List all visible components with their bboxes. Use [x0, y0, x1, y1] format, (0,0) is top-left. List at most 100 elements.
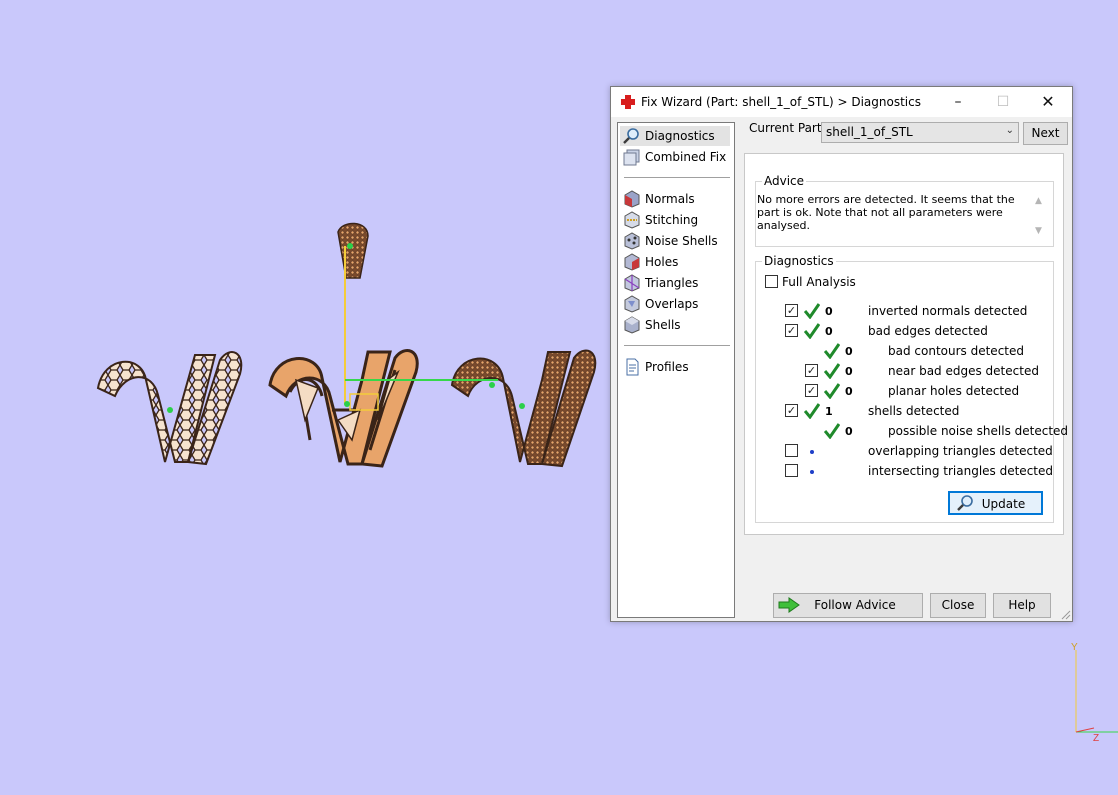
- diagnostic-label: intersecting triangles detected: [868, 464, 1053, 478]
- resize-grip-icon[interactable]: [1061, 610, 1071, 620]
- nav-item-combined-fix[interactable]: Combined Fix: [620, 147, 726, 167]
- title-bar[interactable]: Fix Wizard (Part: shell_1_of_STL) > Diag…: [611, 87, 1072, 117]
- shells-cube-icon: [624, 316, 640, 334]
- model-letter-w-filigree[interactable]: [268, 348, 419, 468]
- diagnostic-count: 0: [845, 345, 853, 358]
- next-button[interactable]: Next: [1023, 122, 1068, 145]
- nav-label: Combined Fix: [645, 150, 727, 164]
- fix-wizard-nav: Diagnostics Combined Fix Normals Stitchi…: [617, 122, 735, 618]
- axis-triad: Y Z: [1071, 642, 1118, 744]
- scroll-up-icon[interactable]: ▲: [1035, 196, 1042, 206]
- green-arrow-icon: [778, 597, 800, 613]
- triangles-cube-icon: [624, 274, 640, 292]
- document-icon: [626, 358, 639, 376]
- close-button[interactable]: Close: [930, 593, 986, 618]
- diagnostics-title: Diagnostics: [762, 254, 836, 268]
- diagnostic-count: 0: [825, 305, 833, 318]
- diagnostic-row: ✓ 0 near bad edges detected: [745, 363, 1045, 381]
- diagnostic-count: 0: [845, 385, 853, 398]
- nav-label: Overlaps: [645, 297, 699, 311]
- diagnostic-label: bad contours detected: [888, 344, 1024, 358]
- nav-label: Holes: [645, 255, 679, 269]
- diagnostic-checkbox[interactable]: [785, 444, 798, 457]
- diagnostic-row: ✓ 1 shells detected: [745, 403, 1045, 421]
- nav-item-overlaps[interactable]: Overlaps: [620, 294, 698, 314]
- diagnostic-label: overlapping triangles detected: [868, 444, 1053, 458]
- follow-advice-button[interactable]: Follow Advice: [773, 593, 923, 618]
- red-cross-icon: [621, 95, 635, 109]
- diagnostic-row: 0 possible noise shells detected: [745, 423, 1068, 441]
- nav-item-stitching[interactable]: Stitching: [620, 210, 698, 230]
- combined-fix-icon: [623, 149, 640, 166]
- advice-text: No more errors are detected. It seems th…: [757, 193, 1015, 232]
- not-analysed-dot-icon: [810, 470, 814, 474]
- nav-label: Stitching: [645, 213, 699, 227]
- nav-item-noise-shells[interactable]: Noise Shells: [620, 231, 718, 251]
- diagnostic-label: bad edges detected: [868, 324, 988, 338]
- not-analysed-dot-icon: [810, 450, 814, 454]
- nav-item-shells[interactable]: Shells: [620, 315, 681, 335]
- help-button[interactable]: Help: [993, 593, 1051, 618]
- axis-y-label: Y: [1071, 642, 1078, 653]
- magnifier-icon: [623, 128, 639, 144]
- model-letter-w-honeycomb[interactable]: [96, 351, 243, 466]
- diagnostic-checkbox[interactable]: ✓: [805, 384, 818, 397]
- green-check-icon: [824, 423, 840, 439]
- minimize-button[interactable]: –: [935, 87, 981, 117]
- axis-z-label: Z: [1093, 733, 1099, 744]
- model-letter-w-pave[interactable]: [450, 349, 597, 468]
- diagnostic-count: 1: [825, 405, 833, 418]
- diagnostic-row: ✓ 0 inverted normals detected: [745, 303, 1045, 321]
- diagnostic-count: 0: [845, 425, 853, 438]
- diagnostic-checkbox[interactable]: ✓: [805, 364, 818, 377]
- diagnostic-row: ✓ 0 bad edges detected: [745, 323, 1045, 341]
- nav-label: Diagnostics: [645, 129, 715, 143]
- overlaps-cube-icon: [624, 295, 640, 313]
- full-analysis-checkbox[interactable]: [765, 275, 778, 288]
- green-check-icon: [824, 343, 840, 359]
- diagnostic-count: 0: [825, 325, 833, 338]
- diagnostic-row: overlapping triangles detected: [745, 443, 1053, 461]
- normals-cube-icon: [624, 190, 640, 208]
- diagnostic-row: 0 bad contours detected: [745, 343, 1045, 361]
- diagnostic-label: inverted normals detected: [868, 304, 1028, 318]
- diagnostic-checkbox[interactable]: [785, 464, 798, 477]
- chevron-down-icon: ⌄: [1005, 125, 1014, 136]
- scroll-down-icon[interactable]: ▼: [1035, 226, 1042, 236]
- nav-item-profiles[interactable]: Profiles: [620, 357, 689, 377]
- dialog-title: Fix Wizard (Part: shell_1_of_STL) > Diag…: [641, 95, 921, 109]
- advice-title: Advice: [762, 174, 807, 188]
- diagnostics-panel: Advice No more errors are detected. It s…: [744, 153, 1068, 535]
- diagnostic-label: possible noise shells detected: [888, 424, 1069, 438]
- diagnostic-row: ✓ 0 planar holes detected: [745, 383, 1045, 401]
- close-window-button[interactable]: ✕: [1025, 87, 1071, 117]
- full-analysis-row: Full Analysis: [745, 274, 1045, 292]
- diagnostic-checkbox[interactable]: ✓: [785, 304, 798, 317]
- nav-item-triangles[interactable]: Triangles: [620, 273, 698, 293]
- magnifier-icon: [957, 495, 973, 511]
- nav-item-diagnostics[interactable]: Diagnostics: [620, 126, 730, 146]
- update-label: Update: [981, 497, 1026, 511]
- diagnostic-checkbox[interactable]: ✓: [785, 324, 798, 337]
- maximize-button[interactable]: ☐: [980, 87, 1026, 117]
- green-check-icon: [804, 323, 820, 339]
- nav-label: Triangles: [645, 276, 699, 290]
- green-check-icon: [804, 403, 820, 419]
- stitching-icon: [624, 211, 640, 229]
- diagnostic-label: shells detected: [868, 404, 960, 418]
- full-analysis-label: Full Analysis: [782, 275, 856, 289]
- update-button[interactable]: Update: [948, 491, 1043, 515]
- current-part-select[interactable]: shell_1_of_STL ⌄: [821, 122, 1019, 143]
- nav-label: Shells: [645, 318, 681, 332]
- diagnostic-row: intersecting triangles detected: [745, 463, 1053, 481]
- green-check-icon: [824, 383, 840, 399]
- nav-item-normals[interactable]: Normals: [620, 189, 695, 209]
- current-part-label: Current Part:: [749, 121, 826, 135]
- model-bail[interactable]: [337, 222, 369, 279]
- nav-item-holes[interactable]: Holes: [620, 252, 678, 272]
- diagnostic-count: 0: [845, 365, 853, 378]
- diagnostic-label: planar holes detected: [888, 384, 1020, 398]
- follow-advice-label: Follow Advice: [814, 598, 896, 612]
- green-check-icon: [804, 303, 820, 319]
- diagnostic-checkbox[interactable]: ✓: [785, 404, 798, 417]
